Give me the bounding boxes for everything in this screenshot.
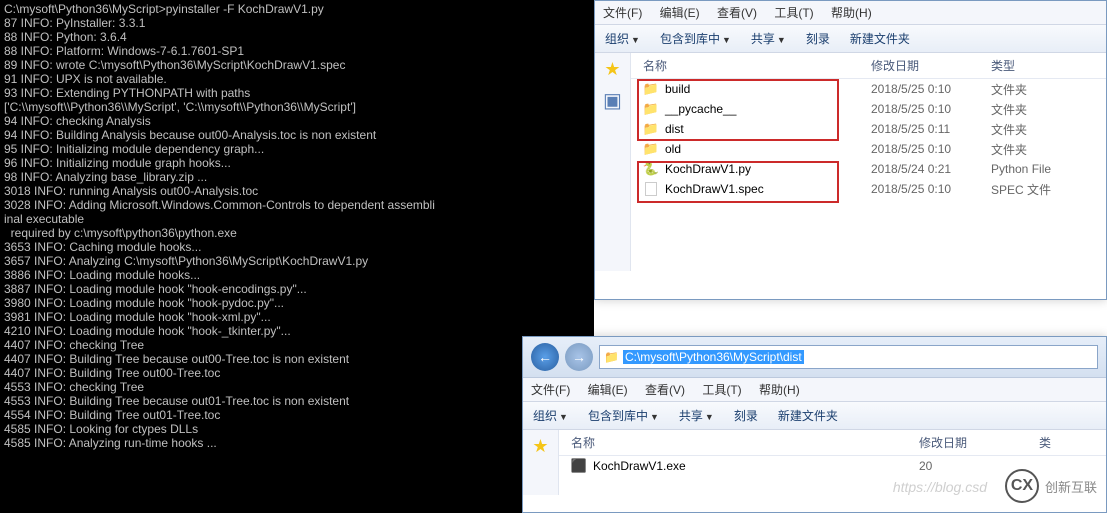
- menu-view[interactable]: 查看(V): [717, 6, 757, 20]
- file-date: 2018/5/24 0:21: [871, 162, 991, 176]
- col-name[interactable]: 名称: [631, 57, 871, 74]
- file-type: 文件夹: [991, 121, 1106, 138]
- menu-file[interactable]: 文件(F): [603, 6, 642, 20]
- watermark: CX 创新互联: [1005, 469, 1097, 503]
- col-name[interactable]: 名称: [559, 434, 919, 451]
- menu-file[interactable]: 文件(F): [531, 383, 570, 397]
- toolbar-share[interactable]: 共享▼: [751, 30, 786, 47]
- menu-help[interactable]: 帮助(H): [759, 383, 800, 397]
- col-date[interactable]: 修改日期: [871, 57, 991, 74]
- file-name: build: [665, 82, 690, 96]
- file-type: 文件夹: [991, 81, 1106, 98]
- toolbar-burn[interactable]: 刻录: [806, 30, 830, 47]
- watermark-url: https://blog.csd: [893, 479, 987, 495]
- file-date: 2018/5/25 0:10: [871, 142, 991, 156]
- menu-bar: 文件(F) 编辑(E) 查看(V) 工具(T) 帮助(H): [595, 1, 1106, 25]
- file-row[interactable]: KochDrawV1.spec 2018/5/25 0:10SPEC 文件: [631, 179, 1106, 199]
- file-date: 2018/5/25 0:11: [871, 122, 991, 136]
- toolbar-include[interactable]: 包含到库中▼: [588, 407, 659, 424]
- nav-pane: ★ ▣: [595, 53, 631, 271]
- file-name: KochDrawV1.py: [665, 162, 751, 176]
- menu-help[interactable]: 帮助(H): [831, 6, 872, 20]
- menu-tools[interactable]: 工具(T): [702, 383, 741, 397]
- nav-back-button[interactable]: ←: [531, 343, 559, 371]
- file-name: old: [665, 142, 681, 156]
- folder-icon: 📁: [643, 81, 659, 97]
- col-type[interactable]: 类型: [991, 57, 1106, 74]
- file-row[interactable]: 📁 __pycache__ 2018/5/25 0:10文件夹: [631, 99, 1106, 119]
- favorites-icon[interactable]: ★: [595, 59, 630, 80]
- file-list: 名称 修改日期 类型 📁build2018/5/25 0:10文件夹📁__pyc…: [631, 53, 1106, 271]
- watermark-text: 创新互联: [1045, 477, 1097, 496]
- nav-pane: ★: [523, 430, 559, 495]
- toolbar-newfolder[interactable]: 新建文件夹: [778, 407, 838, 424]
- spec-file-icon: [643, 181, 659, 197]
- file-type: 文件夹: [991, 141, 1106, 158]
- toolbar-burn[interactable]: 刻录: [734, 407, 758, 424]
- menu-edit[interactable]: 编辑(E): [660, 6, 700, 20]
- file-name: KochDrawV1.spec: [665, 182, 764, 196]
- file-date: 2018/5/25 0:10: [871, 182, 991, 196]
- file-name: dist: [665, 122, 684, 136]
- file-date: 2018/5/25 0:10: [871, 102, 991, 116]
- watermark-logo-icon: CX: [1005, 469, 1039, 503]
- file-row[interactable]: 📁 old 2018/5/25 0:10文件夹: [631, 139, 1106, 159]
- python-file-icon: 🐍: [643, 161, 659, 177]
- menu-view[interactable]: 查看(V): [645, 383, 685, 397]
- toolbar-newfolder[interactable]: 新建文件夹: [850, 30, 910, 47]
- file-date: 2018/5/25 0:10: [871, 82, 991, 96]
- folder-icon: 📁: [643, 121, 659, 137]
- file-name: KochDrawV1.exe: [593, 459, 686, 473]
- toolbar-organize[interactable]: 组织▼: [533, 407, 568, 424]
- file-type: 文件夹: [991, 101, 1106, 118]
- column-headers[interactable]: 名称 修改日期 类: [559, 430, 1106, 456]
- menu-edit[interactable]: 编辑(E): [588, 383, 628, 397]
- toolbar-share[interactable]: 共享▼: [679, 407, 714, 424]
- file-type: SPEC 文件: [991, 181, 1106, 198]
- command-prompt[interactable]: C:\mysoft\Python36\MyScript>pyinstaller …: [0, 0, 594, 513]
- toolbar: 组织▼ 包含到库中▼ 共享▼ 刻录 新建文件夹: [523, 402, 1106, 430]
- folder-icon: 📁: [643, 101, 659, 117]
- address-bar-row: ← → 📁 C:\mysoft\Python36\MyScript\dist: [523, 337, 1106, 378]
- column-headers[interactable]: 名称 修改日期 类型: [631, 53, 1106, 79]
- exe-file-icon: ⬛: [571, 458, 587, 474]
- address-bar[interactable]: 📁 C:\mysoft\Python36\MyScript\dist: [599, 345, 1098, 369]
- folder-icon: 📁: [643, 141, 659, 157]
- explorer-window-myscript: 文件(F) 编辑(E) 查看(V) 工具(T) 帮助(H) 组织▼ 包含到库中▼…: [594, 0, 1107, 300]
- libraries-icon[interactable]: ▣: [595, 88, 630, 113]
- toolbar: 组织▼ 包含到库中▼ 共享▼ 刻录 新建文件夹: [595, 25, 1106, 53]
- file-row[interactable]: 🐍 KochDrawV1.py 2018/5/24 0:21Python File: [631, 159, 1106, 179]
- menu-tools[interactable]: 工具(T): [774, 6, 813, 20]
- col-type[interactable]: 类: [1039, 434, 1106, 451]
- file-name: __pycache__: [665, 102, 736, 116]
- col-date[interactable]: 修改日期: [919, 434, 1039, 451]
- file-type: Python File: [991, 162, 1106, 176]
- menu-bar: 文件(F) 编辑(E) 查看(V) 工具(T) 帮助(H): [523, 378, 1106, 402]
- folder-icon: 📁: [604, 350, 619, 364]
- toolbar-organize[interactable]: 组织▼: [605, 30, 640, 47]
- file-row[interactable]: 📁 dist 2018/5/25 0:11文件夹: [631, 119, 1106, 139]
- file-row[interactable]: 📁 build 2018/5/25 0:10文件夹: [631, 79, 1106, 99]
- nav-forward-button[interactable]: →: [565, 343, 593, 371]
- favorites-icon[interactable]: ★: [523, 436, 558, 457]
- toolbar-include[interactable]: 包含到库中▼: [660, 30, 731, 47]
- address-path: C:\mysoft\Python36\MyScript\dist: [623, 350, 804, 364]
